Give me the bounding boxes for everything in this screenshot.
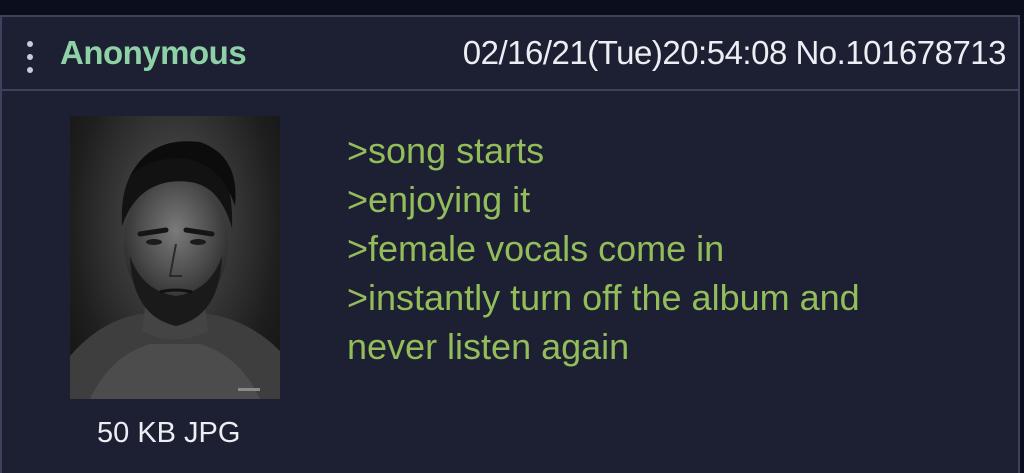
file-info[interactable]: 50 KB JPG	[97, 417, 240, 450]
greentext-line: >instantly turn off the album and	[347, 277, 860, 318]
post-datetime: 02/16/21(Tue)20:54:08	[462, 34, 788, 71]
greentext-line: >enjoying it	[347, 179, 531, 220]
greentext-line: never listen again	[347, 326, 630, 367]
post-thumbnail[interactable]	[70, 116, 280, 399]
post-container: Anonymous 02/16/21(Tue)20:54:08 No.10167…	[0, 15, 1020, 473]
more-vertical-icon[interactable]	[24, 39, 36, 75]
post-meta: 02/16/21(Tue)20:54:08 No.101678713	[462, 34, 1007, 72]
post-number[interactable]: No.101678713	[795, 34, 1006, 71]
post-body: >song starts >enjoying it >female vocals…	[347, 126, 860, 371]
greentext-line: >song starts	[347, 130, 545, 171]
poster-name: Anonymous	[60, 34, 247, 71]
post-header: Anonymous 02/16/21(Tue)20:54:08 No.10167…	[2, 17, 1018, 91]
greentext-line: >female vocals come in	[347, 228, 725, 269]
